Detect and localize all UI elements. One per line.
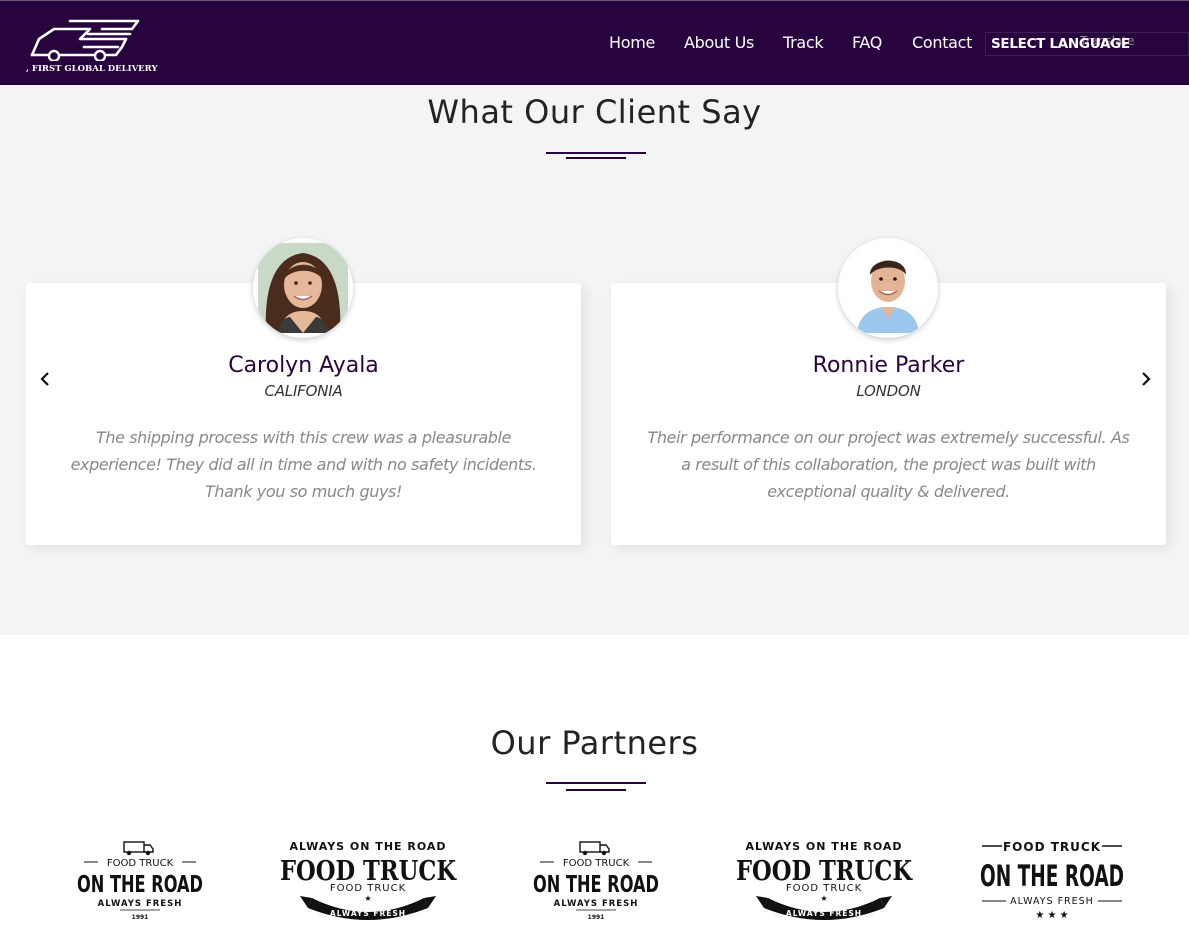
partner-logo[interactable]: FOOD TRUCK ON THE ROAD ALWAYS FRESH ★ ★ … bbox=[976, 838, 1130, 926]
logo-text: , FIRST GLOBAL DELIVERY bbox=[26, 64, 158, 74]
site-header: , FIRST GLOBAL DELIVERY Home About Us Tr… bbox=[0, 0, 1189, 85]
svg-text:ALWAYS FRESH: ALWAYS FRESH bbox=[554, 899, 639, 909]
title-divider bbox=[546, 782, 646, 784]
title-divider bbox=[566, 789, 626, 791]
nav-contact[interactable]: Contact bbox=[912, 33, 972, 52]
svg-text:FOOD TRUCK: FOOD TRUCK bbox=[786, 883, 862, 894]
client-avatar bbox=[253, 238, 353, 338]
nav-track[interactable]: Track bbox=[783, 33, 824, 52]
man-portrait-icon bbox=[843, 243, 933, 333]
partners-section: Our Partners FOOD TRUCK ON THE ROAD ALWA… bbox=[0, 635, 1189, 946]
svg-text:ON THE ROAD: ON THE ROAD bbox=[980, 859, 1124, 893]
client-name: Ronnie Parker bbox=[812, 353, 965, 378]
svg-text:1991: 1991 bbox=[588, 914, 605, 921]
client-quote: Their performance on our project was ext… bbox=[647, 428, 1130, 501]
food-truck-logo-icon: ALWAYS ON THE ROAD FOOD TRUCK FOOD TRUCK… bbox=[280, 840, 457, 920]
svg-text:ALWAYS ON THE ROAD: ALWAYS ON THE ROAD bbox=[289, 840, 446, 853]
svg-text:FOOD TRUCK: FOOD TRUCK bbox=[1003, 840, 1101, 854]
food-truck-logo-icon: FOOD TRUCK ON THE ROAD ALWAYS FRESH 1991 bbox=[533, 841, 659, 921]
client-quote: The shipping process with this crew was … bbox=[70, 428, 537, 501]
woman-portrait-icon bbox=[258, 243, 348, 333]
svg-text:ON THE ROAD: ON THE ROAD bbox=[77, 872, 203, 898]
testimonial-card: Carolyn Ayala CALIFONIA The shipping pro… bbox=[26, 238, 581, 545]
nav-faq[interactable]: FAQ bbox=[852, 33, 882, 52]
chevron-left-icon bbox=[40, 372, 49, 386]
partner-logo[interactable]: ALWAYS ON THE ROAD FOOD TRUCK FOOD TRUCK… bbox=[276, 838, 460, 926]
svg-text:ALWAYS FRESH: ALWAYS FRESH bbox=[330, 909, 406, 918]
food-truck-logo-icon: FOOD TRUCK ON THE ROAD ALWAYS FRESH ★ ★ … bbox=[980, 840, 1124, 921]
svg-text:ALWAYS FRESH: ALWAYS FRESH bbox=[786, 909, 862, 918]
svg-text:1991: 1991 bbox=[132, 914, 149, 921]
carousel-next-button[interactable] bbox=[1137, 369, 1155, 389]
nav-home[interactable]: Home bbox=[609, 33, 655, 52]
svg-text:FOOD TRUCK: FOOD TRUCK bbox=[107, 858, 174, 869]
client-name: Carolyn Ayala bbox=[228, 353, 379, 378]
food-truck-logo-icon: FOOD TRUCK ON THE ROAD ALWAYS FRESH 1991 bbox=[77, 841, 203, 921]
svg-text:FOOD TRUCK: FOOD TRUCK bbox=[330, 883, 406, 894]
svg-text:★: ★ bbox=[820, 894, 827, 903]
food-truck-logo-icon: ALWAYS ON THE ROAD FOOD TRUCK FOOD TRUCK… bbox=[736, 840, 913, 920]
client-avatar bbox=[838, 238, 938, 338]
svg-text:FOOD TRUCK: FOOD TRUCK bbox=[563, 858, 630, 869]
svg-text:★ ★ ★: ★ ★ ★ bbox=[1035, 910, 1068, 921]
svg-text:ALWAYS FRESH: ALWAYS FRESH bbox=[1010, 896, 1094, 907]
partner-logo[interactable]: ALWAYS ON THE ROAD FOOD TRUCK FOOD TRUCK… bbox=[732, 838, 916, 926]
title-divider bbox=[566, 157, 626, 159]
title-divider bbox=[546, 152, 646, 154]
testimonials-title: What Our Client Say bbox=[427, 93, 762, 131]
partners-title: Our Partners bbox=[490, 724, 699, 762]
language-selector-label: SELECT LANGUAGE bbox=[991, 36, 1130, 52]
svg-text:ON THE ROAD: ON THE ROAD bbox=[533, 872, 659, 898]
client-location: CALIFONIA bbox=[264, 382, 343, 400]
testimonials-section: What Our Client Say Carolyn Ayala CALIFO… bbox=[0, 85, 1189, 635]
partner-logo[interactable]: FOOD TRUCK ON THE ROAD ALWAYS FRESH 1991 bbox=[530, 838, 664, 926]
svg-text:ALWAYS ON THE ROAD: ALWAYS ON THE ROAD bbox=[745, 840, 902, 853]
testimonial-card: Ronnie Parker LONDON Their performance o… bbox=[611, 238, 1166, 545]
nav-about-us[interactable]: About Us bbox=[684, 33, 754, 52]
svg-text:★: ★ bbox=[364, 894, 371, 903]
carousel-prev-button[interactable] bbox=[36, 369, 54, 389]
client-location: LONDON bbox=[856, 382, 921, 400]
partner-logo[interactable]: FOOD TRUCK ON THE ROAD ALWAYS FRESH 1991 bbox=[74, 838, 208, 926]
svg-text:ALWAYS FRESH: ALWAYS FRESH bbox=[98, 899, 183, 909]
chevron-right-icon bbox=[1142, 372, 1151, 386]
language-selector[interactable]: Translate SELECT LANGUAGE bbox=[985, 32, 1189, 56]
